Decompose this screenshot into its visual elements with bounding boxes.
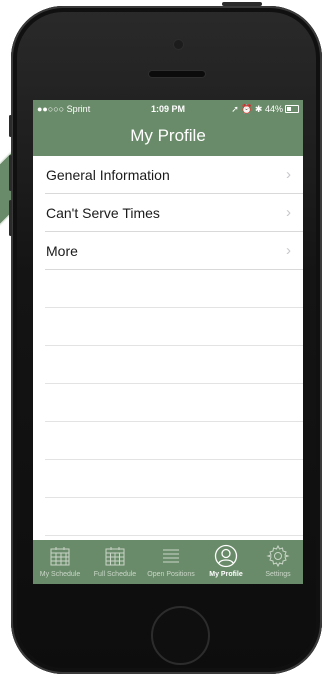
menu-item-label: More — [46, 243, 78, 259]
tab-label: My Schedule — [39, 571, 81, 578]
menu-item-more[interactable]: More › — [45, 232, 303, 270]
menu-item-label: Can't Serve Times — [46, 205, 160, 221]
chevron-right-icon: › — [286, 242, 291, 259]
nav-bar: My Profile — [33, 118, 303, 156]
app-screen: ●●○○○ Sprint 1:09 PM ➚ ⏰ ✱ 44% My Profil… — [33, 100, 303, 584]
empty-row — [45, 422, 303, 460]
tab-my-profile[interactable]: My Profile — [199, 540, 253, 584]
tab-label: Full Schedule — [93, 571, 137, 578]
menu-item-label: General Information — [46, 167, 170, 183]
status-time: 1:09 PM — [151, 104, 186, 114]
empty-row — [45, 308, 303, 346]
chevron-right-icon: › — [286, 166, 291, 183]
earpiece-speaker — [149, 71, 205, 77]
front-camera — [174, 40, 183, 49]
status-icons: ➚ ⏰ ✱ 44% — [231, 104, 283, 114]
tab-bar: My Schedule Full Schedule Open Positions — [33, 540, 303, 584]
profile-menu: General Information › Can't Serve Times … — [33, 156, 303, 536]
calendar-grid-icon — [105, 547, 125, 566]
chevron-right-icon: › — [286, 204, 291, 221]
home-button[interactable] — [151, 606, 210, 665]
gear-icon — [266, 544, 290, 568]
calendar-icon — [50, 547, 70, 566]
list-icon — [163, 549, 179, 563]
tab-open-positions[interactable]: Open Positions — [143, 540, 199, 584]
tab-full-schedule[interactable]: Full Schedule — [87, 540, 143, 584]
empty-row — [45, 498, 303, 536]
empty-row — [45, 460, 303, 498]
volume-up-button — [9, 155, 12, 191]
empty-row — [45, 270, 303, 308]
menu-item-cant-serve-times[interactable]: Can't Serve Times › — [45, 194, 303, 232]
tab-label: Settings — [265, 571, 291, 578]
tab-label: Open Positions — [147, 571, 195, 578]
volume-down-button — [9, 200, 12, 236]
empty-row — [45, 346, 303, 384]
status-bar: ●●○○○ Sprint 1:09 PM ➚ ⏰ ✱ 44% — [33, 100, 303, 118]
menu-item-general-information[interactable]: General Information › — [45, 156, 303, 194]
tab-my-schedule[interactable]: My Schedule — [33, 540, 87, 584]
power-button — [222, 2, 262, 6]
empty-row — [45, 384, 303, 422]
battery-icon — [285, 105, 299, 113]
mute-switch — [9, 115, 12, 137]
tab-settings[interactable]: Settings — [253, 540, 303, 584]
carrier-signal: ●●○○○ Sprint — [37, 104, 91, 114]
tab-label: My Profile — [209, 571, 243, 578]
page-title: My Profile — [130, 126, 206, 145]
user-icon — [214, 544, 238, 568]
